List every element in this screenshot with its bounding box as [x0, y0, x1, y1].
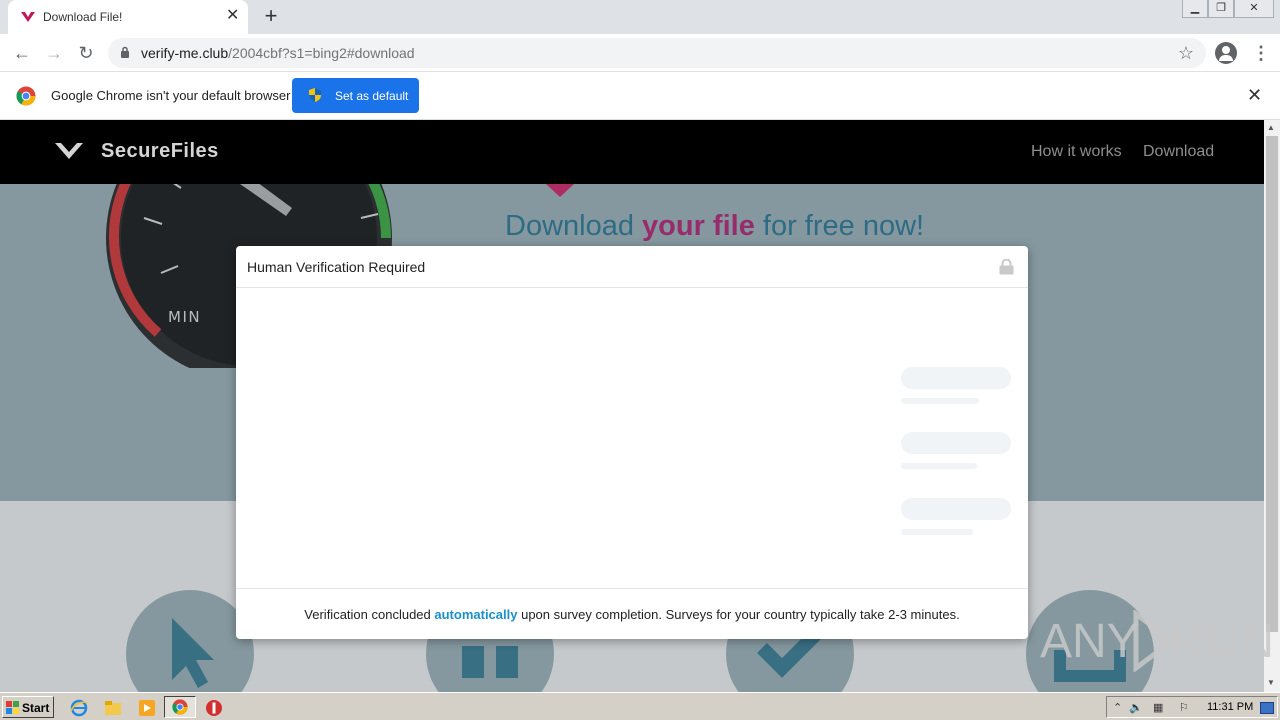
- system-tray: ⌃ 🔈 ▦ ⚐ 11:31 PM: [1106, 696, 1278, 718]
- infobar-message: Google Chrome isn't your default browser: [51, 88, 291, 103]
- url-path: /2004cbf?s1=bing2#download: [228, 45, 415, 61]
- new-tab-button[interactable]: +: [260, 5, 282, 27]
- nav-link-how-it-works[interactable]: How it works: [1031, 143, 1122, 161]
- padlock-icon: [999, 259, 1014, 275]
- offer-progress-placeholder: [901, 398, 979, 404]
- kebab-menu-icon[interactable]: ⋮: [1252, 44, 1270, 62]
- chrome-logo-icon: [16, 86, 36, 106]
- footer-text-2: upon survey completion. Surveys for your…: [517, 607, 960, 622]
- restore-icon[interactable]: ❐: [1208, 0, 1234, 18]
- offer-button-placeholder: [901, 432, 1011, 454]
- reload-icon[interactable]: ↻: [76, 43, 96, 63]
- set-as-default-button[interactable]: Set as default: [292, 78, 419, 113]
- verification-note: Verification concluded automatically upo…: [236, 607, 1028, 622]
- forward-arrow-icon[interactable]: →: [44, 43, 64, 63]
- default-browser-infobar: Google Chrome isn't your default browser…: [0, 72, 1280, 120]
- modal-title: Human Verification Required: [247, 259, 426, 275]
- profile-avatar-icon[interactable]: [1215, 42, 1237, 64]
- address-bar[interactable]: verify-me.club/2004cbf?s1=bing2#download…: [108, 38, 1206, 68]
- tray-expand-icon[interactable]: ⌃: [1113, 701, 1122, 714]
- browser-tab[interactable]: Download File! ✕: [8, 0, 248, 34]
- infobar-close-icon[interactable]: ✕: [1247, 86, 1262, 104]
- site-navbar: SecureFiles How it works Download: [0, 120, 1264, 184]
- set-as-default-label: Set as default: [335, 89, 409, 103]
- securefiles-favicon-icon: [21, 12, 35, 22]
- network-icon[interactable]: ▦: [1153, 701, 1163, 714]
- web-page: MIN Download your file for free now! Sec…: [0, 120, 1264, 692]
- minimize-icon[interactable]: ▁: [1182, 0, 1208, 18]
- tab-close-icon[interactable]: ✕: [226, 8, 239, 24]
- scroll-down-arrow-icon[interactable]: ▼: [1267, 678, 1275, 687]
- action-center-flag-icon[interactable]: ⚐: [1179, 701, 1189, 714]
- tab-strip: Download File! ✕ + ▁ ❐ ✕: [0, 0, 1280, 34]
- offer-row-loading: [236, 432, 1028, 472]
- offer-row-loading: [236, 498, 1028, 538]
- offer-row-loading: [236, 367, 1028, 407]
- start-button[interactable]: Start: [2, 696, 54, 718]
- window-close-icon[interactable]: ✕: [1234, 0, 1274, 18]
- footer-highlight: automatically: [434, 607, 518, 622]
- show-desktop-icon[interactable]: [1260, 702, 1274, 714]
- scrollbar-thumb[interactable]: [1266, 136, 1278, 632]
- watermark-left-text: ANY: [1040, 615, 1139, 668]
- url-host: verify-me.club: [141, 45, 229, 61]
- anyrun-watermark: ANY RUN: [1040, 608, 1274, 678]
- footer-text-1: Verification concluded: [304, 607, 435, 622]
- chrome-taskbar-button[interactable]: [164, 696, 196, 718]
- windows-taskbar: Start ⌃ 🔈 ▦ ⚐ 11:31 PM: [0, 692, 1280, 720]
- verification-modal: Human Verification Required Verification…: [236, 246, 1028, 639]
- chrome-taskbar-icon: [172, 699, 188, 715]
- bookmark-star-icon[interactable]: ☆: [1178, 43, 1194, 64]
- back-arrow-icon[interactable]: ←: [12, 43, 32, 63]
- offer-button-placeholder: [901, 367, 1011, 389]
- taskbar-clock: 11:31 PM: [1207, 701, 1254, 713]
- uac-shield-icon: [309, 88, 321, 102]
- site-brand: SecureFiles: [101, 140, 219, 162]
- windows-flag-icon: [6, 701, 19, 714]
- tab-title: Download File!: [43, 10, 123, 24]
- file-explorer-icon[interactable]: [104, 699, 122, 717]
- offer-progress-placeholder: [901, 529, 973, 535]
- start-label: Start: [22, 701, 50, 715]
- page-scrollbar[interactable]: ▲ ▼: [1264, 120, 1280, 692]
- browser-toolbar: ← → ↻ verify-me.club/2004cbf?s1=bing2#do…: [0, 34, 1280, 72]
- modal-header: Human Verification Required: [236, 246, 1028, 288]
- media-player-icon[interactable]: [138, 699, 156, 717]
- offer-button-placeholder: [901, 498, 1011, 520]
- lock-icon: [121, 46, 129, 58]
- window-controls: ▁ ❐ ✕: [1182, 0, 1274, 20]
- nav-link-download[interactable]: Download: [1143, 143, 1214, 161]
- securefiles-logo-icon: [55, 143, 83, 159]
- scroll-up-arrow-icon[interactable]: ▲: [1267, 123, 1275, 132]
- watermark-right-text: RUN: [1170, 615, 1274, 668]
- offer-progress-placeholder: [901, 463, 977, 469]
- url-text: verify-me.club/2004cbf?s1=bing2#download: [141, 45, 415, 61]
- stop-sign-icon[interactable]: [205, 699, 223, 717]
- volume-icon[interactable]: 🔈: [1129, 701, 1143, 714]
- modal-footer: Verification concluded automatically upo…: [236, 588, 1028, 639]
- internet-explorer-icon[interactable]: [70, 699, 88, 717]
